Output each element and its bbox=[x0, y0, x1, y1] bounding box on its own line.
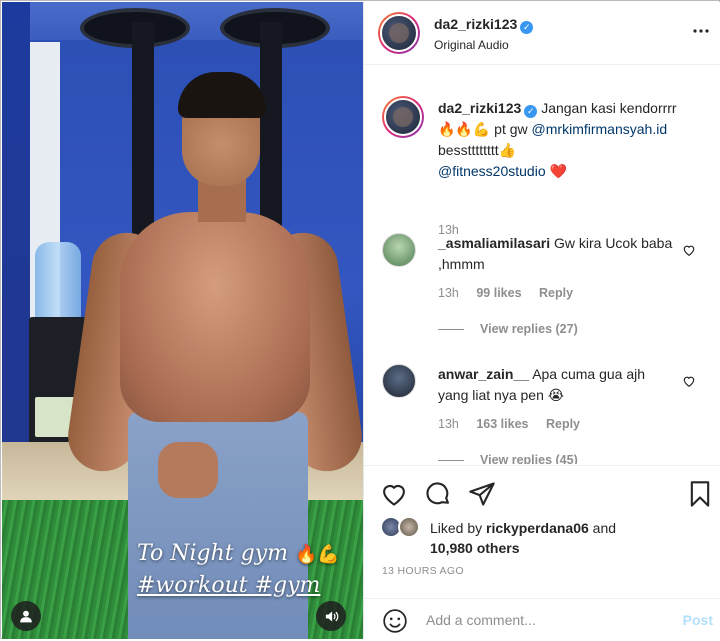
caption-emoji: 🔥💪 bbox=[294, 544, 340, 565]
likes-prefix: Liked by bbox=[430, 520, 487, 536]
comment-like-icon[interactable] bbox=[682, 243, 696, 257]
mention-link-2[interactable]: @fitness20studio bbox=[438, 163, 546, 179]
caption-text-part2: besstttttttt👍 bbox=[438, 142, 517, 158]
post-timestamp[interactable]: 13 HOURS AGO bbox=[382, 565, 464, 577]
view-replies-button[interactable]: View replies (27) bbox=[438, 322, 578, 336]
audio-toggle-button[interactable] bbox=[316, 601, 346, 631]
post-side-panel: da2_rizki123 ✓ Original Audio da2_rizki12… bbox=[363, 2, 720, 640]
add-comment-bar: Add a comment... Post bbox=[364, 598, 720, 641]
comment-meta: 13h 163 likes Reply bbox=[438, 417, 594, 431]
speaker-icon bbox=[325, 611, 338, 621]
verified-badge-icon: ✓ bbox=[520, 21, 534, 34]
author-caption: da2_rizki123 ✓ Jangan kasi kendorrrr 🔥🔥💪 … bbox=[382, 96, 702, 237]
likes-others[interactable]: 10,980 others bbox=[430, 540, 520, 556]
user-tag-button[interactable] bbox=[11, 601, 41, 631]
likes-and: and bbox=[588, 520, 617, 536]
emoji-icon[interactable] bbox=[382, 608, 408, 634]
share-icon[interactable] bbox=[468, 480, 496, 508]
comment-likes[interactable]: 163 likes bbox=[476, 417, 528, 431]
caption-author-avatar[interactable] bbox=[382, 96, 424, 138]
comments-list[interactable]: da2_rizki123 ✓ Jangan kasi kendorrrr 🔥🔥💪 … bbox=[364, 66, 720, 464]
user-tag-icon bbox=[20, 610, 32, 623]
comment-meta: 13h 99 likes Reply bbox=[438, 286, 587, 300]
post-media[interactable]: To Night gym 🔥💪 #workout #gym bbox=[2, 2, 363, 639]
caption-text: da2_rizki123 ✓ Jangan kasi kendorrrr 🔥🔥💪 … bbox=[438, 98, 678, 182]
comment-time[interactable]: 13h bbox=[438, 286, 459, 300]
water-bottle bbox=[35, 242, 81, 322]
commenter-avatar[interactable] bbox=[382, 364, 416, 398]
story-caption: To Night gym 🔥💪 #workout #gym bbox=[137, 538, 357, 601]
comment-item: _asmaliamilasari Gw kira Ucok baba ,hmmm… bbox=[382, 231, 702, 341]
heart-emoji: ❤️ bbox=[549, 163, 567, 179]
view-replies-label: View replies (27) bbox=[480, 322, 578, 336]
comment-icon[interactable] bbox=[424, 480, 452, 508]
caption-line-1: To Night gym bbox=[137, 541, 288, 566]
comment-text: _asmaliamilasari Gw kira Ucok baba ,hmmm bbox=[438, 233, 678, 275]
caption-text-part1: Jangan kasi kendorrrr bbox=[541, 100, 677, 116]
post-window: To Night gym 🔥💪 #workout #gym da2_rizki1… bbox=[0, 0, 720, 640]
author-username[interactable]: da2_rizki123 bbox=[434, 16, 517, 32]
caption-username[interactable]: da2_rizki123 bbox=[438, 100, 521, 116]
verified-badge-icon: ✓ bbox=[524, 105, 538, 118]
likes-count[interactable]: 10,980 others bbox=[430, 538, 520, 558]
reply-button[interactable]: Reply bbox=[539, 286, 573, 300]
comment-text: anwar_zain__ Apa cuma gua ajh yang liat … bbox=[438, 364, 678, 406]
mention-link-1[interactable]: @mrkimfirmansyah.id bbox=[532, 121, 668, 137]
reply-button[interactable]: Reply bbox=[546, 417, 580, 431]
comment-item: anwar_zain__ Apa cuma gua ajh yang liat … bbox=[382, 362, 702, 464]
author-avatar[interactable] bbox=[378, 12, 420, 54]
caption-emoji-line: 🔥🔥💪 pt gw bbox=[438, 121, 528, 137]
audio-label[interactable]: Original Audio bbox=[434, 38, 509, 52]
post-header: da2_rizki123 ✓ Original Audio bbox=[364, 2, 720, 65]
comment-username[interactable]: _asmaliamilasari bbox=[438, 235, 550, 251]
view-replies-label: View replies (45) bbox=[480, 453, 578, 464]
bookmark-icon[interactable] bbox=[686, 480, 714, 508]
liker-username[interactable]: rickyperdana06 bbox=[486, 520, 589, 536]
view-replies-button[interactable]: View replies (45) bbox=[438, 453, 578, 464]
commenter-avatar[interactable] bbox=[382, 233, 416, 267]
caption-line-2: #workout #gym bbox=[137, 573, 321, 598]
post-button[interactable]: Post bbox=[683, 612, 713, 628]
post-actions: Liked by rickyperdana06 and 10,980 other… bbox=[364, 465, 720, 640]
comment-like-icon[interactable] bbox=[682, 374, 696, 388]
comment-likes[interactable]: 99 likes bbox=[476, 286, 521, 300]
heart-icon[interactable] bbox=[380, 480, 408, 508]
likes-summary: Liked by rickyperdana06 and bbox=[430, 518, 616, 538]
comment-username[interactable]: anwar_zain__ bbox=[438, 366, 529, 382]
liker-avatar[interactable] bbox=[398, 516, 420, 538]
comment-time[interactable]: 13h bbox=[438, 417, 459, 431]
comment-input[interactable]: Add a comment... bbox=[426, 612, 536, 628]
more-icon[interactable] bbox=[693, 29, 709, 33]
